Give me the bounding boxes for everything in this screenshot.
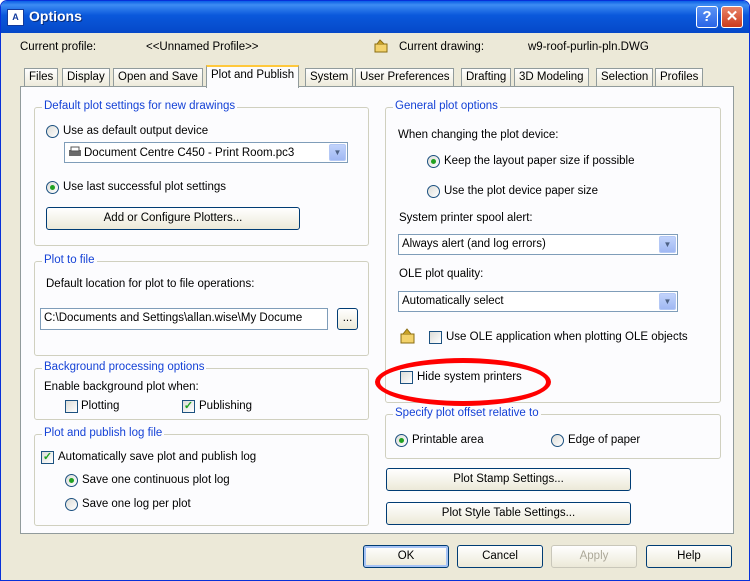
tab-files[interactable]: Files (24, 68, 59, 87)
continuous-log-radio[interactable] (65, 474, 78, 487)
use-default-device-radio[interactable] (46, 125, 59, 138)
chevron-down-icon[interactable]: ▼ (659, 293, 676, 310)
current-drawing-value: w9-roof-purlin-pln.DWG (528, 41, 649, 53)
use-device-size-label: Use the plot device paper size (444, 185, 599, 197)
plot-stamp-settings-button[interactable]: Plot Stamp Settings... (386, 468, 631, 491)
spool-alert-select[interactable]: Always alert (and log errors) ▼ (398, 234, 678, 255)
printable-area-label: Printable area (412, 434, 484, 446)
red-highlight-circle (375, 358, 551, 406)
current-profile-label: Current profile: (20, 41, 97, 53)
use-last-settings-radio[interactable] (46, 181, 59, 194)
general-plot-options-title: General plot options (393, 100, 500, 112)
plot-location-label: Default location for plot to file operat… (46, 278, 255, 290)
use-default-device-label: Use as default output device (63, 125, 209, 137)
default-plot-settings-title: Default plot settings for new drawings (42, 100, 238, 112)
tab-plot-and-publish[interactable]: Plot and Publish (206, 65, 300, 88)
autocad-app-icon: A (7, 9, 24, 26)
enable-background-label: Enable background plot when: (44, 381, 199, 393)
tab-system[interactable]: System (305, 68, 354, 87)
spool-alert-label: System printer spool alert: (399, 212, 533, 224)
spool-alert-value: Always alert (and log errors) (402, 238, 546, 250)
tab-3d-modeling[interactable]: 3D Modeling (514, 68, 589, 87)
auto-save-log-checkbox[interactable]: ✓ (41, 451, 54, 464)
publishing-label: Publishing (199, 400, 253, 412)
window-title: Options (29, 8, 82, 24)
plot-style-table-settings-button[interactable]: Plot Style Table Settings... (386, 502, 631, 525)
publishing-checkbox[interactable]: ✓ (182, 400, 195, 413)
plot-location-input[interactable]: C:\Documents and Settings\allan.wise\My … (40, 308, 328, 330)
edge-of-paper-label: Edge of paper (568, 434, 641, 446)
browse-button[interactable]: ... (337, 308, 358, 330)
changing-device-label: When changing the plot device: (398, 129, 559, 141)
plotter-icon (68, 146, 84, 161)
close-button[interactable]: ✕ (721, 6, 743, 28)
tab-user-preferences[interactable]: User Preferences (355, 68, 455, 87)
chevron-down-icon[interactable]: ▼ (329, 144, 346, 161)
log-file-title: Plot and publish log file (42, 427, 165, 439)
plotting-checkbox[interactable] (65, 400, 78, 413)
ole-quality-select[interactable]: Automatically select ▼ (398, 291, 678, 312)
title-bar[interactable]: A Options ? ✕ (1, 1, 749, 33)
ole-drawing-icon (400, 328, 416, 347)
apply-button[interactable]: Apply (551, 545, 637, 568)
help-button[interactable]: Help (646, 545, 732, 568)
plot-to-file-title: Plot to file (42, 254, 97, 266)
use-device-size-radio[interactable] (427, 185, 440, 198)
printable-area-radio[interactable] (395, 434, 408, 447)
output-device-select[interactable]: Document Centre C450 - Print Room.pc3 ▼ (64, 142, 348, 163)
auto-save-log-label: Automatically save plot and publish log (58, 451, 257, 463)
tab-selection[interactable]: Selection (596, 68, 654, 87)
background-processing-title: Background processing options (42, 361, 207, 373)
per-plot-log-label: Save one log per plot (82, 498, 191, 510)
use-last-settings-label: Use last successful plot settings (63, 181, 226, 193)
keep-layout-size-radio[interactable] (427, 155, 440, 168)
drawing-icon (374, 39, 388, 56)
tab-open-and-save[interactable]: Open and Save (113, 68, 203, 87)
cancel-button[interactable]: Cancel (457, 545, 543, 568)
chevron-down-icon[interactable]: ▼ (659, 236, 676, 253)
use-ole-app-checkbox[interactable] (429, 331, 442, 344)
tab-drafting[interactable]: Drafting (461, 68, 512, 87)
tab-display[interactable]: Display (62, 68, 110, 87)
continuous-log-label: Save one continuous plot log (82, 474, 230, 486)
current-drawing-label: Current drawing: (399, 41, 485, 53)
ole-quality-value: Automatically select (402, 295, 504, 307)
use-ole-app-label: Use OLE application when plotting OLE ob… (446, 331, 688, 343)
plotting-label: Plotting (81, 400, 120, 412)
tab-profiles[interactable]: Profiles (655, 68, 704, 87)
edge-of-paper-radio[interactable] (551, 434, 564, 447)
background-processing-group: Background processing options (34, 361, 369, 420)
keep-layout-size-label: Keep the layout paper size if possible (444, 155, 635, 167)
add-configure-plotters-button[interactable]: Add or Configure Plotters... (46, 207, 300, 230)
ok-button[interactable]: OK (363, 545, 449, 568)
per-plot-log-radio[interactable] (65, 498, 78, 511)
ole-quality-label: OLE plot quality: (399, 268, 484, 280)
current-profile-value: <<Unnamed Profile>> (146, 41, 259, 53)
help-title-button[interactable]: ? (696, 6, 718, 28)
plot-offset-title: Specify plot offset relative to (393, 407, 541, 419)
output-device-value: Document Centre C450 - Print Room.pc3 (84, 147, 295, 159)
options-dialog: A Options ? ✕ Current profile: <<Unnamed… (0, 0, 750, 581)
